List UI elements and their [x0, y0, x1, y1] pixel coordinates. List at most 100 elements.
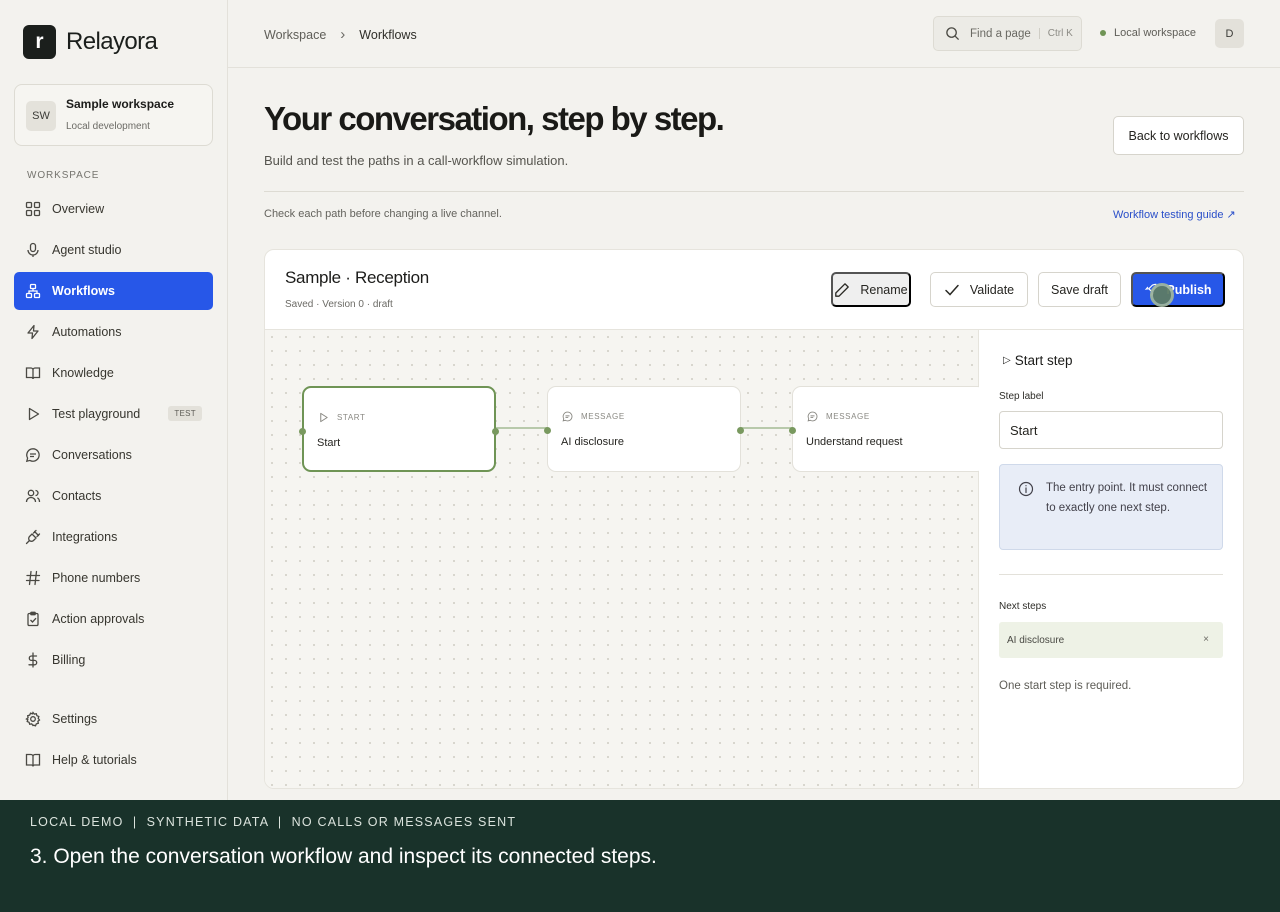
divider	[999, 574, 1223, 575]
sidebar-item-label: Integrations	[52, 530, 118, 544]
panel-title-label: Start step	[1014, 353, 1073, 368]
breadcrumb: Workspace › Workflows	[264, 26, 417, 43]
workspace-switcher[interactable]: SW Sample workspace Local development	[14, 84, 213, 146]
node-kind: START	[318, 412, 365, 423]
sidebar-item-agent-studio[interactable]: Agent studio	[14, 231, 213, 269]
sidebar-item-workflows[interactable]: Workflows	[14, 272, 213, 310]
sidebar-item-conversations[interactable]: Conversations	[14, 436, 213, 474]
node-kind-label: MESSAGE	[826, 412, 870, 421]
node-start[interactable]: START Start	[299, 386, 499, 472]
sidebar-item-label: Action approvals	[52, 612, 145, 626]
users-icon	[25, 488, 41, 504]
next-step-chip[interactable]: AI disclosure ×	[999, 622, 1223, 658]
grid-icon	[25, 201, 41, 217]
lightning-icon	[25, 324, 41, 340]
workflow-testing-guide-link[interactable]: Workflow testing guide ↗	[1113, 208, 1236, 221]
chat-icon	[562, 411, 573, 422]
sidebar-item-label: Workflows	[52, 284, 115, 298]
publish-button[interactable]: Publish	[1131, 272, 1225, 307]
nav-section-label: WORKSPACE	[27, 170, 100, 181]
book-open-icon	[25, 752, 41, 768]
sidebar-item-action-approvals[interactable]: Action approvals	[14, 600, 213, 638]
node-port-in[interactable]	[544, 427, 551, 434]
sidebar-item-label: Overview	[52, 202, 105, 216]
node-kind-label: MESSAGE	[581, 412, 625, 421]
search-input[interactable]: Find a page Ctrl K	[933, 16, 1082, 51]
hash-icon	[25, 570, 41, 586]
workspace-status-label: Local workspace	[1114, 27, 1196, 39]
sidebar-item-label: Contacts	[52, 489, 102, 503]
avatar[interactable]: D	[1215, 19, 1244, 48]
play-icon	[320, 412, 328, 423]
dollar-icon	[25, 652, 41, 668]
node-port-out[interactable]	[737, 427, 744, 434]
validate-button[interactable]: Validate	[930, 272, 1028, 307]
node-ai-disclosure[interactable]: MESSAGE AI disclosure	[544, 386, 744, 472]
save-draft-button[interactable]: Save draft	[1038, 272, 1121, 307]
node-port-out[interactable]	[492, 428, 499, 435]
brand[interactable]: r Relayora	[23, 25, 158, 59]
sidebar-item-label: Test playground	[52, 407, 141, 421]
page-title: Your conversation, step by step.	[264, 100, 725, 137]
gear-icon	[25, 711, 41, 727]
cursor-indicator	[1150, 283, 1174, 307]
breadcrumb-workflows: Workflows	[359, 27, 417, 42]
rename-button[interactable]: Rename	[831, 272, 911, 307]
editor-header: Sample · Reception Saved · Version 0 · d…	[265, 250, 1243, 330]
breadcrumb-workspace[interactable]: Workspace	[264, 28, 326, 42]
sidebar-item-phone-numbers[interactable]: Phone numbers	[14, 559, 213, 597]
sidebar-item-knowledge[interactable]: Knowledge	[14, 354, 213, 392]
sidebar-item-settings[interactable]: Settings	[14, 700, 213, 738]
node-port-in[interactable]	[299, 428, 306, 435]
info-callout: The entry point. It must connect to exac…	[999, 464, 1223, 550]
step-inspector-panel: ▷ Start step Step label The entry point.…	[979, 330, 1243, 788]
sidebar-item-label: Phone numbers	[52, 571, 141, 585]
workspace-env: Local development	[66, 121, 150, 132]
info-text: The entry point. It must connect to exac…	[1046, 482, 1208, 514]
sidebar-item-integrations[interactable]: Integrations	[14, 518, 213, 556]
node-understand-request[interactable]: MESSAGE Understand request	[789, 386, 986, 472]
hint-text: Check each path before changing a live c…	[264, 208, 502, 220]
play-icon: ▷	[1003, 355, 1011, 366]
demo-caption: LOCAL DEMO | SYNTHETIC DATA | NO CALLS O…	[0, 800, 1280, 912]
node-port-in[interactable]	[789, 427, 796, 434]
search-icon	[946, 27, 960, 41]
sidebar-item-label: Conversations	[52, 448, 132, 462]
sidebar-item-billing[interactable]: Billing	[14, 641, 213, 679]
brand-logo: r	[23, 25, 56, 59]
node-kind: MESSAGE	[807, 411, 870, 422]
sidebar-item-overview[interactable]: Overview	[14, 190, 213, 228]
next-steps-title: Next steps	[999, 601, 1047, 612]
play-icon	[25, 406, 41, 422]
caption-tag: LOCAL DEMO | SYNTHETIC DATA | NO CALLS O…	[30, 815, 517, 829]
workflow-icon	[25, 283, 41, 299]
sidebar-item-test-playground[interactable]: Test playground TEST	[14, 395, 213, 433]
back-to-workflows-button[interactable]: Back to workflows	[1113, 116, 1244, 155]
microphone-icon	[25, 242, 41, 258]
divider	[264, 191, 1244, 192]
chat-icon	[807, 411, 818, 422]
test-badge: TEST	[168, 406, 202, 421]
panel-note: One start step is required.	[999, 680, 1132, 692]
sidebar-item-label: Knowledge	[52, 366, 114, 380]
sidebar-item-contacts[interactable]: Contacts	[14, 477, 213, 515]
info-icon	[1018, 481, 1034, 497]
book-icon	[25, 365, 41, 381]
node-label: Understand request	[806, 436, 903, 448]
node-kind-label: START	[337, 413, 366, 422]
workspace-name: Sample workspace	[66, 97, 175, 111]
step-label-input[interactable]	[999, 411, 1223, 449]
workflow-canvas[interactable]: START Start MESSAGE AI disclosure MESSAG…	[265, 330, 986, 788]
edge-connector	[740, 427, 792, 429]
caption-instruction: 3. Open the conversation workflow and in…	[30, 845, 657, 868]
page-subtitle: Build and test the paths in a call-workf…	[264, 153, 569, 168]
clipboard-check-icon	[25, 611, 41, 627]
pencil-icon	[835, 282, 850, 297]
close-icon[interactable]: ×	[1203, 634, 1209, 645]
panel-title: ▷ Start step	[1003, 353, 1072, 368]
workspace-avatar: SW	[26, 101, 56, 131]
sidebar-item-help-tutorials[interactable]: Help & tutorials	[14, 741, 213, 779]
node-kind: MESSAGE	[562, 411, 625, 422]
sidebar-item-automations[interactable]: Automations	[14, 313, 213, 351]
search-shortcut: Ctrl K	[1038, 28, 1073, 39]
